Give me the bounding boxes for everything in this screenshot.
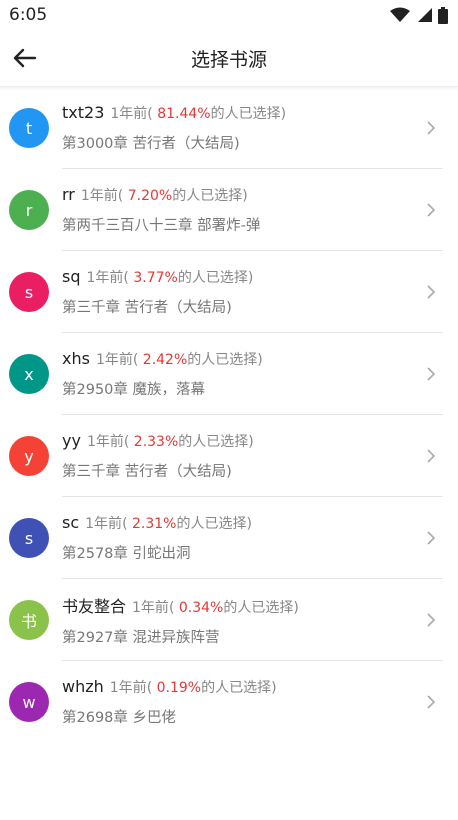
avatar: s [9,518,49,558]
source-name: whzh [62,677,104,696]
source-item[interactable]: y yy 1年前( 2.33%的人已选择) 第三千章 苦行者（大结局) [0,415,458,497]
arrow-left-icon [13,48,37,68]
source-meta: 1年前( 3.77%的人已选择) [86,270,254,286]
source-item[interactable]: t txt23 1年前( 81.44%的人已选择) 第3000章 苦行者（大结局… [0,87,458,169]
source-name: yy [62,431,81,450]
source-info: xhs 1年前( 2.42%的人已选择) 第2950章 魔族，落幕 [62,349,418,399]
signal-icon [418,8,432,22]
source-meta: 1年前( 7.20%的人已选择) [80,188,248,204]
source-item[interactable]: 书 书友整合 1年前( 0.34%的人已选择) 第2927章 混进异族阵营 [0,579,458,661]
latest-chapter: 第2950章 魔族，落幕 [62,382,206,398]
source-time: 1年前 [80,188,118,204]
latest-chapter: 第3000章 苦行者（大结局) [62,136,240,152]
latest-chapter: 第三千章 苦行者（大结局) [62,464,232,480]
status-icons [390,6,448,24]
source-meta: 1年前( 0.34%的人已选择) [132,600,299,616]
chevron-right-icon [418,197,444,223]
chevron-right-icon [418,361,444,387]
source-suffix: 的人已选择) [210,106,287,122]
latest-chapter: 第两千三百八十三章 部署炸-弹 [62,218,261,234]
source-list: t txt23 1年前( 81.44%的人已选择) 第3000章 苦行者（大结局… [0,87,458,743]
source-time: 1年前 [110,106,148,122]
source-item[interactable]: x xhs 1年前( 2.42%的人已选择) 第2950章 魔族，落幕 [0,333,458,415]
avatar: r [9,190,49,230]
source-name: rr [62,185,75,204]
source-name: sc [62,513,80,532]
source-suffix: 的人已选择) [176,516,252,532]
source-time: 1年前 [95,352,133,368]
status-time: 6:05 [9,5,48,25]
source-time: 1年前 [85,516,123,532]
avatar: s [9,272,49,312]
source-time: 1年前 [86,434,124,450]
battery-icon [438,6,448,24]
source-item[interactable]: r rr 1年前( 7.20%的人已选择) 第两千三百八十三章 部署炸-弹 [0,169,458,251]
source-suffix: 的人已选择) [177,270,254,286]
latest-chapter: 第2927章 混进异族阵营 [62,630,220,646]
source-percent: 3.77% [133,270,178,286]
source-percent: 2.31% [131,516,177,532]
source-item[interactable]: w whzh 1年前( 0.19%的人已选择) 第2698章 乡巴佬 [0,661,458,743]
page-title: 选择书源 [190,48,267,71]
latest-chapter: 第三千章 苦行者（大结局) [62,300,232,316]
source-info: yy 1年前( 2.33%的人已选择) 第三千章 苦行者（大结局) [62,431,418,481]
source-meta: 1年前( 2.33%的人已选择) [86,434,254,450]
source-suffix: 的人已选择) [223,600,299,616]
avatar: w [9,682,49,722]
app-bar: 选择书源 [0,30,458,87]
latest-chapter: 第2698章 乡巴佬 [62,710,177,726]
avatar: 书 [9,600,49,640]
source-percent: 81.44% [157,106,211,122]
source-info: sc 1年前( 2.31%的人已选择) 第2578章 引蛇出洞 [62,513,418,563]
chevron-right-icon [418,689,444,715]
source-meta: 1年前( 81.44%的人已选择) [110,106,287,122]
source-percent: 2.33% [133,434,179,450]
source-name: txt23 [62,103,105,122]
source-name: xhs [62,349,90,368]
chevron-right-icon [418,525,444,551]
chevron-right-icon [418,443,444,469]
source-item[interactable]: s sc 1年前( 2.31%的人已选择) 第2578章 引蛇出洞 [0,497,458,579]
source-meta: 1年前( 2.42%的人已选择) [95,352,263,368]
source-suffix: 的人已选择) [201,680,277,696]
source-percent: 0.34% [178,600,224,616]
source-suffix: 的人已选择) [187,352,263,368]
chevron-right-icon [418,279,444,305]
source-item[interactable]: s sq 1年前( 3.77%的人已选择) 第三千章 苦行者（大结局) [0,251,458,333]
source-percent: 2.42% [142,352,188,368]
chevron-right-icon [418,115,444,141]
avatar: t [9,108,49,148]
avatar: x [9,354,49,394]
source-time: 1年前 [132,600,169,616]
source-meta: 1年前( 2.31%的人已选择) [85,516,252,532]
source-info: sq 1年前( 3.77%的人已选择) 第三千章 苦行者（大结局) [62,267,418,317]
source-percent: 0.19% [156,680,202,696]
wifi-icon [390,7,410,22]
source-info: txt23 1年前( 81.44%的人已选择) 第3000章 苦行者（大结局) [62,103,418,153]
source-suffix: 的人已选择) [172,188,248,204]
source-info: whzh 1年前( 0.19%的人已选择) 第2698章 乡巴佬 [62,677,418,727]
source-info: rr 1年前( 7.20%的人已选择) 第两千三百八十三章 部署炸-弹 [62,185,418,235]
source-name: 书友整合 [62,597,127,616]
chevron-right-icon [418,607,444,633]
source-percent: 7.20% [127,188,173,204]
latest-chapter: 第2578章 引蛇出洞 [62,546,191,562]
source-meta: 1年前( 0.19%的人已选择) [109,680,277,696]
back-button[interactable] [10,44,40,72]
source-suffix: 的人已选择) [178,434,254,450]
source-info: 书友整合 1年前( 0.34%的人已选择) 第2927章 混进异族阵营 [62,593,418,647]
status-bar: 6:05 [0,0,458,30]
avatar: y [9,436,49,476]
source-name: sq [62,267,81,286]
source-time: 1年前 [109,680,147,696]
source-time: 1年前 [86,270,124,286]
